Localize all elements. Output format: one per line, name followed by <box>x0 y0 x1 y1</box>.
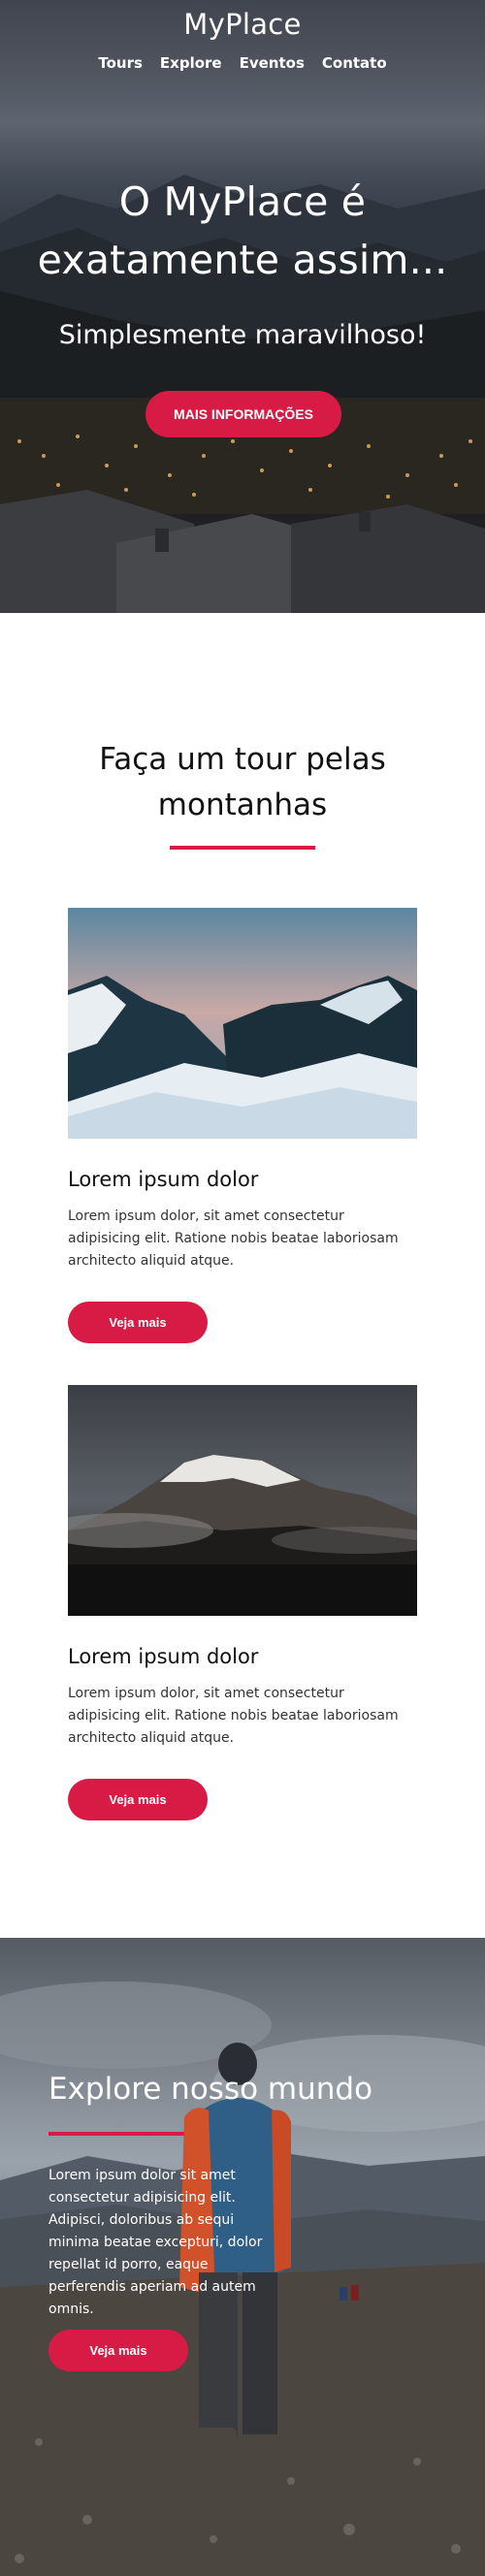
explore-text: Lorem ipsum dolor sit amet consectetur a… <box>48 2168 263 2317</box>
nav-item-contato[interactable]: Contato <box>322 54 387 72</box>
see-more-button[interactable]: Veja mais <box>68 1302 208 1343</box>
see-more-button[interactable]: Veja mais <box>68 1779 208 1820</box>
snowy-volcano-image <box>68 1385 417 1616</box>
hero-headline: O MyPlace é exatamente assim... <box>37 178 448 283</box>
tours-title: Faça um tour pelas montanhas <box>99 742 386 822</box>
explore-divider <box>48 2132 184 2136</box>
nav-item-explore[interactable]: Explore <box>160 54 222 72</box>
explore-section: Explore nosso mundo Lorem ipsum dolor si… <box>0 1938 485 2576</box>
card-text: Lorem ipsum dolor, sit amet consectetur … <box>68 1208 399 1269</box>
nav-item-eventos[interactable]: Eventos <box>240 54 305 72</box>
glacier-mountain-image <box>68 908 417 1139</box>
main-nav: Tours Explore Eventos Contato <box>0 54 485 72</box>
explore-title: Explore nosso mundo <box>48 2072 373 2107</box>
tours-section: Faça um tour pelas montanhas Lorem ipsum… <box>0 613 485 1938</box>
hero-tagline: Simplesmente maravilhoso! <box>58 320 427 350</box>
explore-see-more-button[interactable]: Veja mais <box>48 2330 188 2371</box>
card-title: Lorem ipsum dolor <box>68 1168 259 1191</box>
more-info-button[interactable]: MAIS INFORMAÇÕES <box>146 391 341 437</box>
card-text: Lorem ipsum dolor, sit amet consectetur … <box>68 1686 399 1746</box>
tour-card: Lorem ipsum dolor Lorem ipsum dolor, sit… <box>68 1385 417 1820</box>
hero-town-image <box>0 175 485 613</box>
hero-section: MyPlace Tours Explore Eventos Contato O … <box>0 0 485 613</box>
site-logo[interactable]: MyPlace <box>0 8 485 41</box>
title-divider <box>170 846 315 850</box>
card-title: Lorem ipsum dolor <box>68 1645 259 1668</box>
tour-card: Lorem ipsum dolor Lorem ipsum dolor, sit… <box>68 908 417 1343</box>
nav-item-tours[interactable]: Tours <box>98 54 143 72</box>
